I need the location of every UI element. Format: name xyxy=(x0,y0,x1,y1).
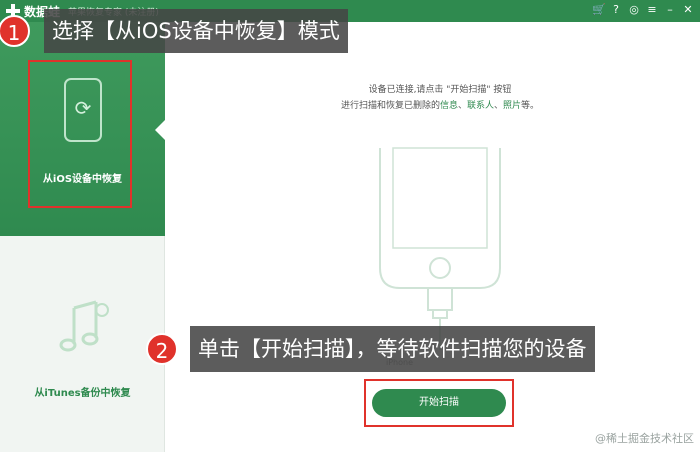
link-photos[interactable]: 照片 xyxy=(503,101,521,111)
help-icon[interactable]: ? xyxy=(610,4,622,16)
window-controls: 🛒 ? ◎ ≡ – ✕ xyxy=(592,4,694,16)
music-note-icon xyxy=(59,300,109,352)
scan-description: 进行扫描和恢复已删除的信息、联系人、照片等。 xyxy=(290,98,590,111)
link-messages[interactable]: 信息 xyxy=(440,101,458,111)
highlight-box-ios-mode xyxy=(28,60,132,208)
watermark: @稀土掘金技术社区 xyxy=(595,432,694,445)
description-prefix: 进行扫描和恢复已删除的 xyxy=(340,101,440,111)
feedback-icon[interactable]: ◎ xyxy=(628,4,640,16)
close-icon[interactable]: ✕ xyxy=(682,4,694,16)
step-number-badge: 2 xyxy=(146,333,178,365)
sidebar-item-label: 从iTunes备份中恢复 xyxy=(34,388,131,399)
separator: 、 xyxy=(494,101,504,111)
active-pointer xyxy=(155,120,165,140)
callout-step-2: 单击【开始扫描】，等待软件扫描您的设备 xyxy=(190,326,595,372)
cart-icon[interactable]: 🛒 xyxy=(592,4,606,16)
link-contacts[interactable]: 联系人 xyxy=(467,101,494,111)
description-suffix: 等。 xyxy=(521,101,540,111)
minimize-icon[interactable]: – xyxy=(664,4,676,16)
separator: 、 xyxy=(457,101,467,111)
callout-step-1: 选择【从iOS设备中恢复】模式 xyxy=(44,9,348,53)
connection-status-text: 设备已连接,请点击 "开始扫描" 按钮 xyxy=(368,85,512,95)
highlight-box-scan-button xyxy=(364,379,514,427)
menu-icon[interactable]: ≡ xyxy=(646,4,658,16)
